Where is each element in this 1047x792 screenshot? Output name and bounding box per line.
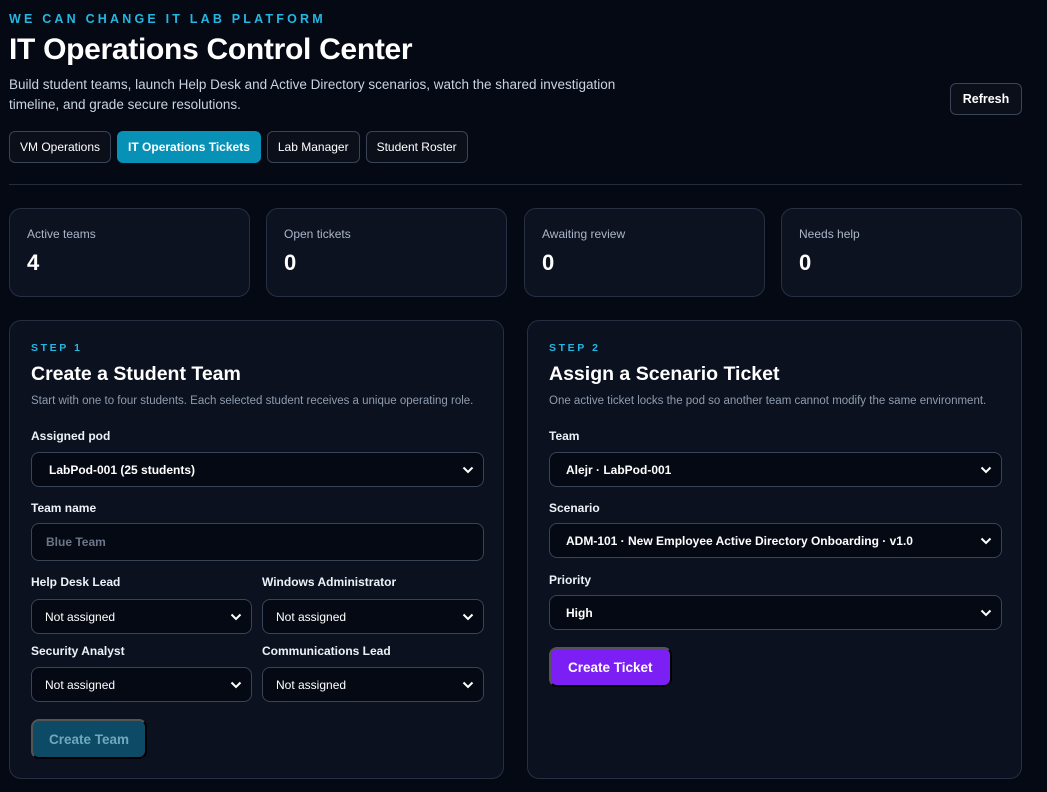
panel-description: Start with one to four students. Each se… (31, 395, 474, 407)
stat-card-needs-help: Needs help 0 (781, 208, 1022, 297)
priority-select[interactable]: High (549, 595, 1002, 630)
stat-value: 4 (27, 250, 40, 275)
select-value: Not assigned (276, 677, 347, 692)
step-label: STEP 1 (31, 342, 83, 354)
team-label: Team (549, 429, 580, 443)
windows-administrator-label: Windows Administrator (262, 575, 397, 589)
stat-value: 0 (799, 250, 812, 275)
team-name-input[interactable]: Blue Team (31, 523, 484, 561)
create-team-button[interactable]: Create Team (31, 719, 148, 759)
help-desk-lead-label: Help Desk Lead (31, 575, 121, 589)
select-value: LabPod-001 (25 students) (49, 462, 196, 477)
page-description: Build student teams, launch Help Desk an… (9, 77, 616, 112)
page-title: IT Operations Control Center (9, 33, 413, 66)
assigned-pod-label: Assigned pod (31, 429, 111, 443)
select-value: High (566, 605, 593, 620)
refresh-button[interactable]: Refresh (950, 83, 1022, 115)
chevron-down-icon (462, 613, 474, 620)
priority-label: Priority (549, 573, 592, 587)
chevron-down-icon (462, 466, 474, 473)
stat-card-open-tickets: Open tickets 0 (266, 208, 507, 297)
chevron-down-icon (462, 681, 474, 688)
assigned-pod-select[interactable]: LabPod-001 (25 students) (31, 452, 484, 487)
stat-value: 0 (542, 250, 555, 275)
create-ticket-button[interactable]: Create Ticket (549, 647, 672, 687)
scenario-select[interactable]: ADM-101 · New Employee Active Directory … (549, 523, 1002, 558)
communications-lead-label: Communications Lead (262, 644, 391, 658)
select-value: Not assigned (276, 609, 347, 624)
step-label: STEP 2 (549, 342, 601, 354)
brand-label: WE CAN CHANGE IT LAB PLATFORM (9, 12, 326, 26)
stat-label: Needs help (799, 227, 860, 241)
windows-administrator-select[interactable]: Not assigned (262, 599, 484, 634)
tab-student-roster[interactable]: Student Roster (365, 131, 468, 163)
assign-ticket-panel: STEP 2 Assign a Scenario Ticket One acti… (527, 320, 1022, 779)
select-value: ADM-101 · New Employee Active Directory … (566, 533, 913, 548)
tab-it-operations-tickets[interactable]: IT Operations Tickets (117, 131, 261, 163)
chevron-down-icon (980, 537, 992, 544)
create-team-panel: STEP 1 Create a Student Team Start with … (9, 320, 504, 779)
panel-title: Assign a Scenario Ticket (549, 363, 780, 385)
security-analyst-label: Security Analyst (31, 644, 125, 658)
chevron-down-icon (980, 466, 992, 473)
header-divider (9, 184, 1022, 185)
scenario-label: Scenario (549, 501, 600, 515)
panel-description: One active ticket locks the pod so anoth… (549, 395, 987, 407)
chevron-down-icon (980, 609, 992, 616)
team-select[interactable]: Alejr · LabPod-001 (549, 452, 1002, 487)
security-analyst-select[interactable]: Not assigned (31, 667, 252, 702)
chevron-down-icon (230, 681, 242, 688)
team-name-placeholder: Blue Team (46, 535, 106, 549)
help-desk-lead-select[interactable]: Not assigned (31, 599, 252, 634)
team-name-label: Team name (31, 501, 97, 515)
tab-bar: VM Operations IT Operations Tickets Lab … (9, 131, 468, 163)
panel-title: Create a Student Team (31, 363, 241, 385)
stat-label: Open tickets (284, 227, 351, 241)
select-value: Alejr · LabPod-001 (566, 462, 672, 477)
communications-lead-select[interactable]: Not assigned (262, 667, 484, 702)
stat-label: Active teams (27, 227, 96, 241)
stat-card-active-teams: Active teams 4 (9, 208, 250, 297)
chevron-down-icon (230, 613, 242, 620)
stat-card-awaiting-review: Awaiting review 0 (524, 208, 765, 297)
stat-label: Awaiting review (542, 227, 626, 241)
tab-vm-operations[interactable]: VM Operations (9, 131, 112, 163)
tab-lab-manager[interactable]: Lab Manager (266, 131, 360, 163)
select-value: Not assigned (45, 677, 116, 692)
stat-value: 0 (284, 250, 297, 275)
select-value: Not assigned (45, 609, 116, 624)
